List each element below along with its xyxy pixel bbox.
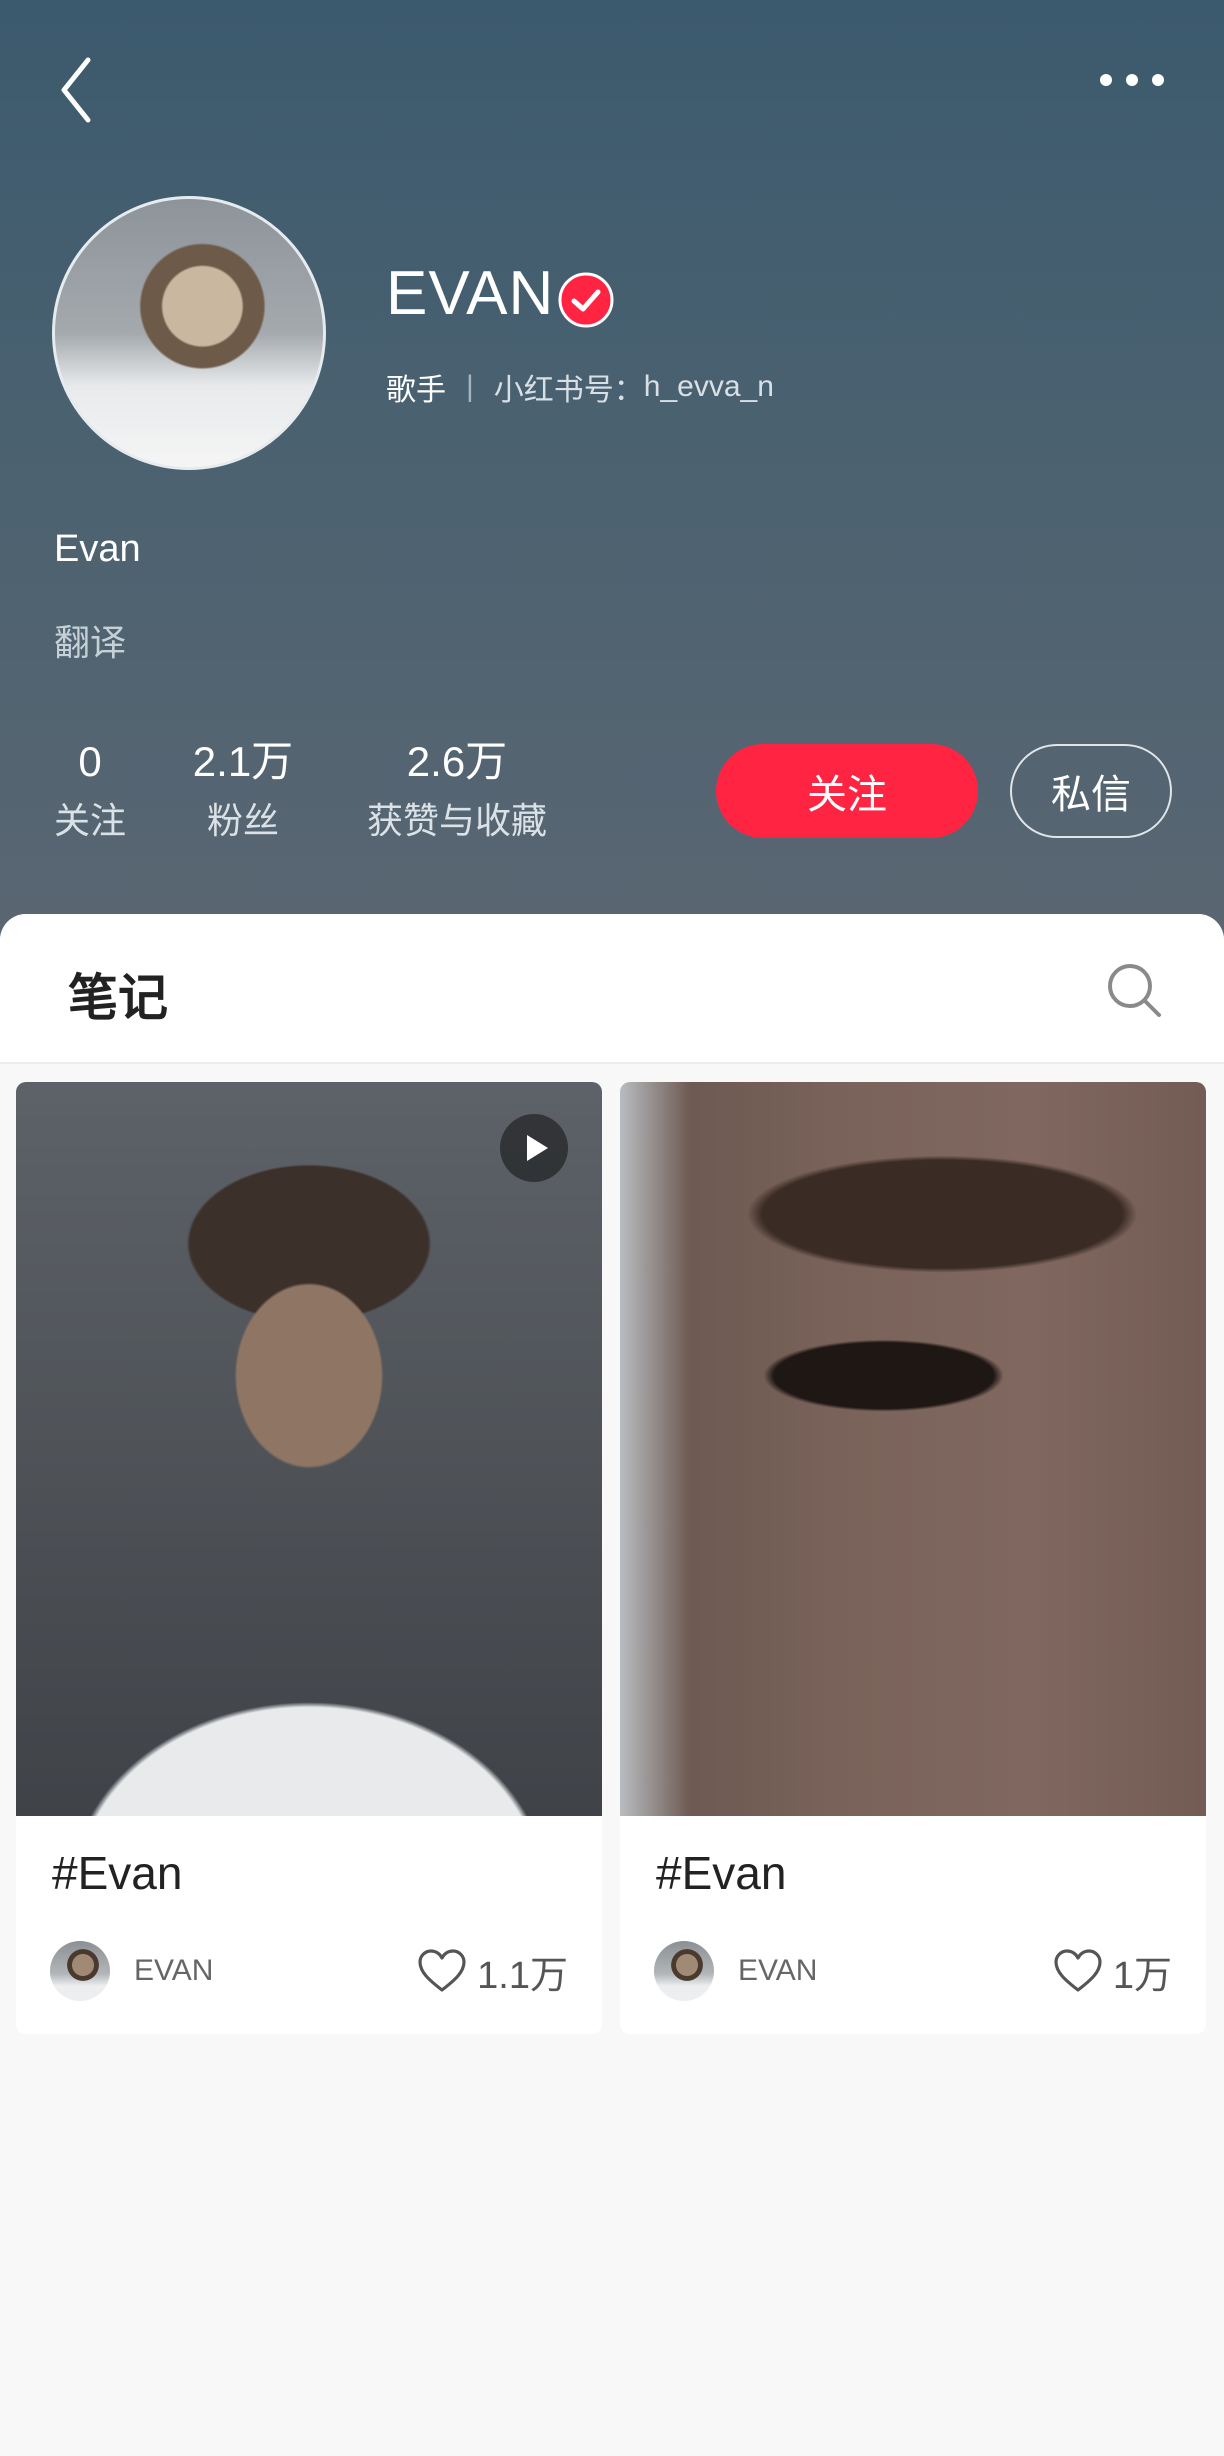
top-bar (0, 0, 1224, 180)
note-likes: 1万 (1112, 1954, 1172, 1997)
translate-link[interactable]: 翻译 (54, 614, 126, 666)
avatar (50, 1941, 110, 2001)
follow-button[interactable]: 关注 (716, 744, 978, 838)
more-button[interactable] (1090, 50, 1180, 110)
stat-likes[interactable]: 2.6万 获赞与收藏 (352, 732, 562, 850)
note-author-name: EVAN (738, 1954, 818, 1987)
stat-followers-label: 粉丝 (206, 800, 279, 841)
profile-id-label: 小红书号： (493, 374, 644, 407)
note-cover-image[interactable] (16, 1082, 602, 1816)
note-card[interactable]: #Evan EVAN 1.1万 (16, 1082, 602, 2034)
stat-followers[interactable]: 2.1万 粉丝 (188, 732, 298, 850)
profile-bio: Evan (54, 528, 141, 570)
heart-icon (1054, 1949, 1102, 1992)
profile-meta: 歌手 | 小红书号： h_evva_n (386, 365, 774, 409)
stat-following[interactable]: 0 关注 (50, 732, 130, 850)
stat-following-label: 关注 (53, 800, 126, 841)
message-button[interactable]: 私信 (1010, 744, 1172, 838)
content-area: 笔记 #Evan EVAN 1.1万 #Evan EVAN 1万 (0, 914, 1224, 2456)
back-button[interactable] (50, 50, 130, 130)
profile-username: EVAN (386, 259, 555, 328)
note-title: #Evan (52, 1847, 183, 1899)
stat-likes-label: 获赞与收藏 (366, 800, 547, 841)
meta-divider: | (466, 370, 474, 403)
profile-avatar[interactable] (52, 196, 326, 470)
like-button[interactable]: 1万 (1053, 1940, 1172, 2002)
note-cover-image[interactable] (620, 1082, 1206, 1816)
more-dots-icon (1100, 74, 1164, 86)
play-icon (500, 1114, 568, 1182)
heart-icon (418, 1949, 466, 1992)
note-likes: 1.1万 (477, 1954, 568, 1997)
like-button[interactable]: 1.1万 (417, 1940, 568, 2002)
verified-badge-icon (558, 272, 614, 328)
note-author[interactable]: EVAN (50, 1940, 213, 2002)
note-card[interactable]: #Evan EVAN 1万 (620, 1082, 1206, 2034)
search-button[interactable] (1104, 960, 1164, 1020)
stat-followers-count: 2.1万 (192, 738, 294, 785)
tab-notes[interactable]: 笔记 (68, 958, 168, 1030)
profile-id-value[interactable]: h_evva_n (644, 370, 774, 404)
profile-header: EVAN 歌手 | 小红书号： h_evva_n Evan 翻译 0 关注 2.… (0, 0, 1224, 940)
note-author[interactable]: EVAN (654, 1940, 817, 2002)
note-author-name: EVAN (134, 1954, 214, 1987)
chevron-left-icon (61, 57, 91, 123)
search-icon (1108, 964, 1161, 1017)
stat-likes-count: 2.6万 (406, 738, 508, 785)
profile-role: 歌手 (386, 374, 446, 407)
tab-bar: 笔记 (0, 914, 1224, 1064)
avatar (654, 1941, 714, 2001)
note-title: #Evan (656, 1847, 787, 1899)
stat-following-count: 0 (78, 738, 102, 785)
